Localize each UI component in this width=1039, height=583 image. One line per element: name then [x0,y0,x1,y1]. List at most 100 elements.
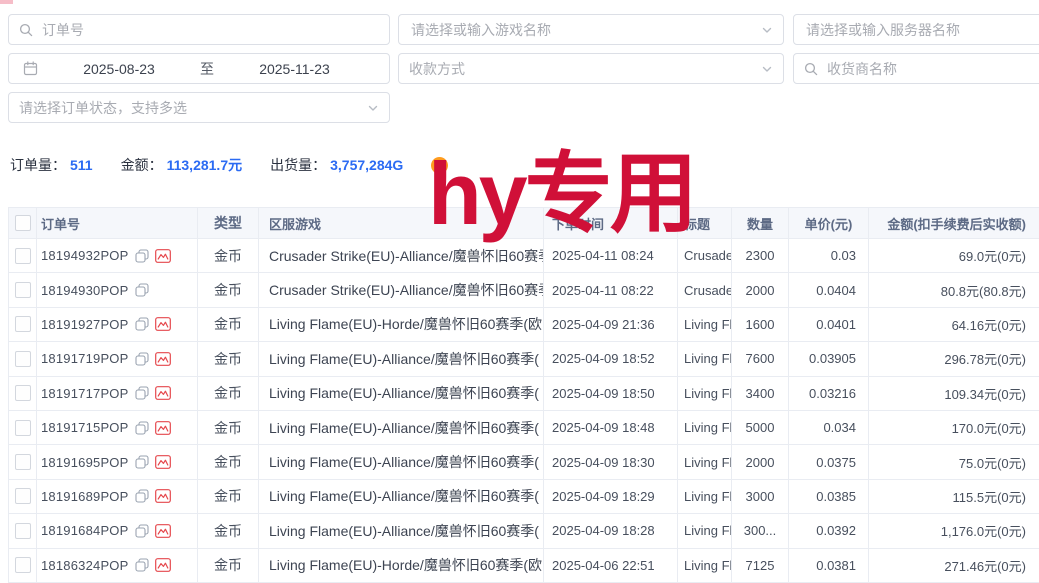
amount-value: 113,281.7元 [167,155,243,175]
row-checkbox[interactable] [15,454,31,470]
image-icon[interactable] [155,317,171,331]
quantity-cell: 1600 [732,308,789,341]
date-range-picker[interactable]: 2025-08-23 至 2025-11-23 [8,53,390,84]
quantity-cell: 300... [732,514,789,547]
copy-icon[interactable] [135,489,149,503]
table-row: 18191717POP 金币 Living Flame(EU)-Alliance… [9,377,1039,411]
row-checkbox[interactable] [15,282,31,298]
game-server-cell: Living Flame(EU)-Alliance/魔兽怀旧60赛季( [259,514,544,547]
order-time-cell: 2025-04-09 18:30 [544,445,678,478]
order-number-search-field[interactable] [8,14,390,45]
shipment-stat: 出货量： 3,757,284G [270,155,403,175]
col-game: 区服游戏 [259,208,544,238]
shipment-label: 出货量： [270,155,326,175]
summary-bar: 订单量： 511 金额： 113,281.7元 出货量： 3,757,284G … [10,155,448,175]
row-checkbox[interactable] [15,351,31,367]
unit-price-cell: 0.0385 [789,480,869,513]
search-icon [19,23,33,37]
buyer-name-search-field[interactable] [793,53,1039,84]
game-name-select[interactable] [398,14,784,45]
order-status-multiselect[interactable]: 请选择订单状态，支持多选 [8,92,390,123]
chevron-down-icon [367,102,379,114]
calendar-icon [23,61,38,76]
copy-icon[interactable] [135,455,149,469]
image-icon[interactable] [155,558,171,572]
order-number-input[interactable] [40,21,379,39]
copy-icon[interactable] [135,317,149,331]
image-icon[interactable] [155,421,171,435]
game-name-input[interactable] [409,21,754,39]
order-number: 18191689POP [41,489,129,504]
unit-price-cell: 0.0392 [789,514,869,547]
table-row: 18191719POP 金币 Living Flame(EU)-Alliance… [9,342,1039,376]
date-start-value[interactable]: 2025-08-23 [83,61,155,77]
copy-icon[interactable] [135,352,149,366]
amount-cell: 296.78元(0元) [869,342,1039,375]
table-row: 18194930POP 金币 Crusader Strike(EU)-Allia… [9,273,1039,307]
help-icon[interactable]: ? [431,157,448,174]
orders-table: 订单号 类型 区服游戏 下单时间 标题 数量 单价(元) 金额(扣手续费后实收额… [8,207,1039,583]
row-checkbox[interactable] [15,316,31,332]
copy-icon[interactable] [135,386,149,400]
order-number: 18191684POP [41,523,129,538]
amount-cell: 80.8元(80.8元) [869,273,1039,306]
col-time: 下单时间 [544,208,678,238]
col-qty: 数量 [732,208,789,238]
order-time-cell: 2025-04-11 08:24 [544,239,678,272]
table-row: 18191927POP 金币 Living Flame(EU)-Horde/魔兽… [9,308,1039,342]
row-checkbox[interactable] [15,523,31,539]
copy-icon[interactable] [135,283,149,297]
order-number: 18191717POP [41,386,129,401]
copy-icon[interactable] [135,558,149,572]
row-checkbox[interactable] [15,488,31,504]
row-checkbox[interactable] [15,248,31,264]
buyer-name-input[interactable] [825,60,1039,78]
corner-watermark-fragment [0,0,13,4]
type-cell: 金币 [198,273,259,306]
table-row: 18191689POP 金币 Living Flame(EU)-Alliance… [9,480,1039,514]
image-icon[interactable] [155,455,171,469]
payment-method-select[interactable]: 收款方式 [398,53,784,84]
order-time-cell: 2025-04-09 18:48 [544,411,678,444]
col-type: 类型 [198,208,259,238]
row-checkbox[interactable] [15,385,31,401]
image-icon[interactable] [155,386,171,400]
select-all-checkbox[interactable] [15,215,31,231]
date-end-value[interactable]: 2025-11-23 [259,61,330,77]
server-name-input[interactable] [804,21,1039,39]
copy-icon[interactable] [135,249,149,263]
copy-icon[interactable] [135,524,149,538]
image-icon[interactable] [155,489,171,503]
amount-cell: 109.34元(0元) [869,377,1039,410]
unit-price-cell: 0.03 [789,239,869,272]
col-title: 标题 [678,208,732,238]
unit-price-cell: 0.0375 [789,445,869,478]
quantity-cell: 2300 [732,239,789,272]
order-number: 18194930POP [41,283,129,298]
title-cell: Crusade [678,273,732,306]
col-amount: 金额(扣手续费后实收额) [869,208,1039,238]
row-checkbox[interactable] [15,420,31,436]
quantity-cell: 7125 [732,549,789,582]
amount-cell: 170.0元(0元) [869,411,1039,444]
table-row: 18191695POP 金币 Living Flame(EU)-Alliance… [9,445,1039,479]
amount-cell: 69.0元(0元) [869,239,1039,272]
copy-icon[interactable] [135,421,149,435]
server-name-select[interactable] [793,14,1039,45]
chevron-down-icon [761,63,773,75]
game-server-cell: Living Flame(EU)-Alliance/魔兽怀旧60赛季( [259,411,544,444]
image-icon[interactable] [155,352,171,366]
image-icon[interactable] [155,524,171,538]
title-cell: Living Fl [678,549,732,582]
game-server-cell: Living Flame(EU)-Alliance/魔兽怀旧60赛季( [259,445,544,478]
image-icon[interactable] [155,249,171,263]
type-cell: 金币 [198,342,259,375]
type-cell: 金币 [198,308,259,341]
type-cell: 金币 [198,480,259,513]
type-cell: 金币 [198,549,259,582]
date-separator: 至 [200,59,214,79]
quantity-cell: 7600 [732,342,789,375]
col-price: 单价(元) [789,208,869,238]
title-cell: Living Fl [678,411,732,444]
row-checkbox[interactable] [15,557,31,573]
